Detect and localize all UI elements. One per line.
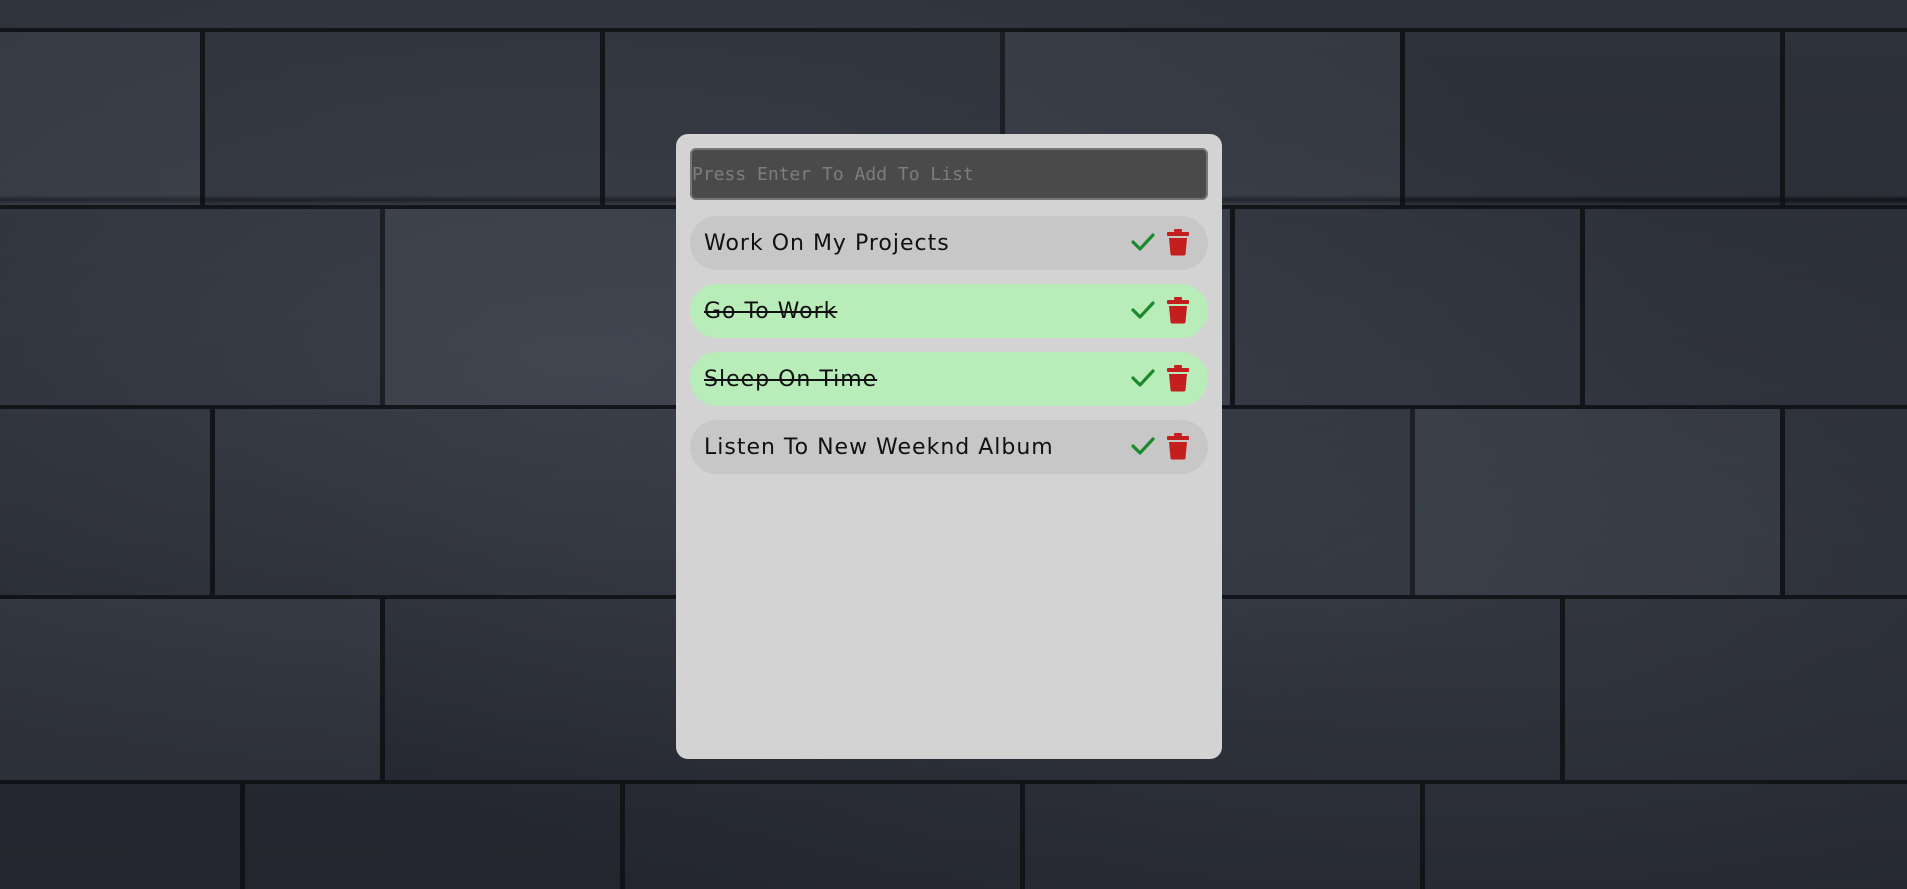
brick-joint [1400,32,1405,205]
brick-joint [210,409,215,595]
todo-panel: Work On My Projects Go To Work [676,134,1222,759]
brick-shade [0,32,200,205]
trash-icon[interactable] [1166,432,1190,460]
brick-joint [1780,32,1785,205]
brick-joint [1420,784,1425,889]
todo-item: Sleep On Time [690,352,1208,406]
trash-icon[interactable] [1166,228,1190,256]
brick-joint [200,32,205,205]
brick-joint [380,599,385,780]
trash-icon[interactable] [1166,296,1190,324]
todo-item: Listen To New Weeknd Album [690,420,1208,474]
brick-joint [1230,209,1235,405]
brick-mortar-line [0,780,1907,784]
brick-joint [1560,599,1565,780]
brick-joint [240,784,245,889]
brick-joint [620,784,625,889]
check-icon[interactable] [1130,365,1156,391]
trash-icon[interactable] [1166,364,1190,392]
brick-mortar-line [0,28,1907,32]
todo-item: Go To Work [690,284,1208,338]
brick-joint [1780,409,1785,595]
check-icon[interactable] [1130,229,1156,255]
todo-text: Listen To New Weeknd Album [704,434,1054,460]
todo-item: Work On My Projects [690,216,1208,270]
brick-shade [0,599,380,780]
check-icon[interactable] [1130,297,1156,323]
todo-text: Sleep On Time [704,366,878,392]
new-todo-input[interactable] [690,148,1208,200]
brick-shade [1410,409,1780,595]
check-icon[interactable] [1130,433,1156,459]
brick-joint [1020,784,1025,889]
todo-text: Work On My Projects [704,230,950,256]
brick-joint [1580,209,1585,405]
todo-text: Go To Work [704,298,838,324]
brick-joint [600,32,605,205]
todo-list: Work On My Projects Go To Work Sleep On … [690,216,1208,474]
